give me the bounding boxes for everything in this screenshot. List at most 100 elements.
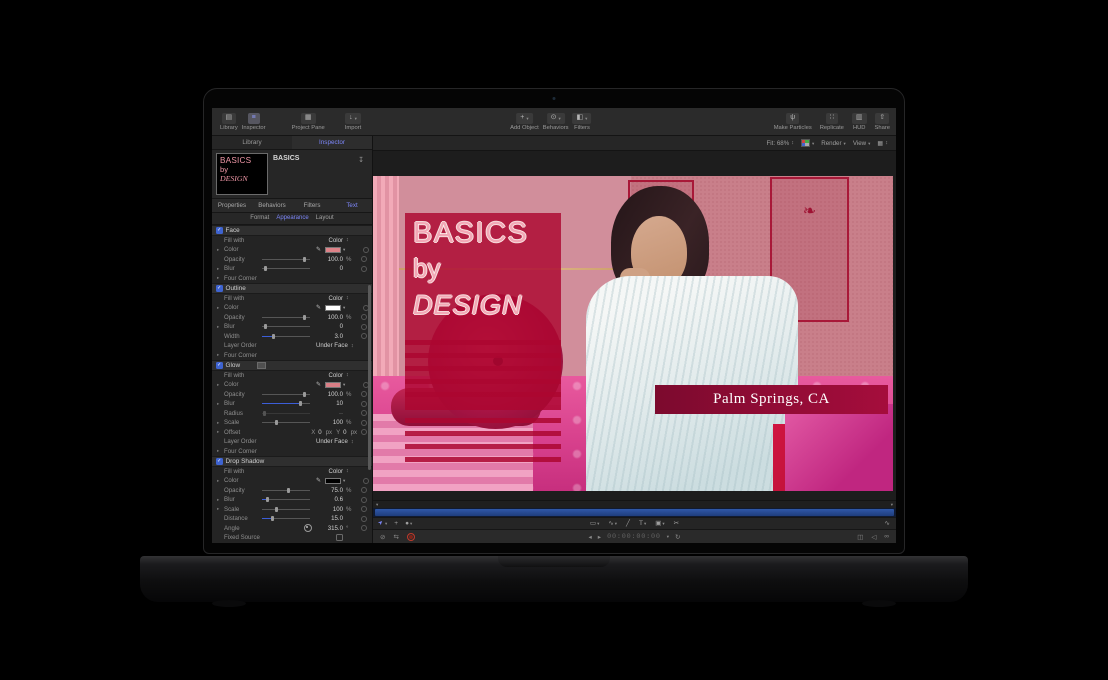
popup-value[interactable]: Under Face — [316, 342, 348, 349]
layer-thumbnail[interactable]: BASICS by DESIGN — [216, 153, 268, 195]
previous-frame-button[interactable]: ◂ — [589, 533, 592, 541]
toolbar-button-replicate[interactable]: ∷Replicate — [820, 113, 844, 131]
slider-value[interactable]: 100.0 — [316, 256, 343, 263]
subtab-format[interactable]: Format — [250, 213, 269, 224]
disclosure-icon[interactable]: ▸ — [217, 305, 222, 311]
slider-handle[interactable] — [264, 266, 267, 271]
slider-track[interactable] — [262, 422, 310, 423]
section-header-glow[interactable]: ✓Glow — [212, 360, 372, 371]
keyframe-button[interactable] — [359, 333, 368, 339]
slider-track[interactable] — [262, 394, 310, 395]
slider-track[interactable] — [262, 336, 310, 337]
popup-value[interactable]: Color — [316, 295, 343, 302]
slider-handle[interactable] — [303, 257, 306, 262]
disclosure-icon[interactable]: ▸ — [217, 448, 222, 454]
slider-value[interactable]: 0 — [316, 323, 343, 330]
slider-handle[interactable] — [264, 324, 267, 329]
color-swatch[interactable] — [325, 247, 341, 253]
keyframe-button[interactable] — [359, 410, 368, 416]
tab-behaviors[interactable]: Behaviors — [252, 199, 292, 212]
speaker-icon[interactable]: ◁ — [871, 533, 876, 541]
slider-value[interactable]: 75.0 — [316, 487, 343, 494]
keyframe-button[interactable] — [359, 506, 368, 512]
slider-handle[interactable] — [263, 411, 266, 416]
disclosure-icon[interactable]: ▸ — [217, 352, 222, 358]
keyframe-button[interactable] — [359, 516, 368, 522]
slider-track[interactable] — [262, 403, 310, 404]
slider-track[interactable] — [262, 326, 310, 327]
audio-mute-icon[interactable]: ⊘ — [380, 533, 385, 541]
tab-text[interactable]: Text — [332, 199, 372, 212]
section-header-face[interactable]: ✓Face — [212, 225, 372, 236]
popup-stepper-icon[interactable]: ↕ — [345, 372, 357, 378]
toolbar-button-hud[interactable]: ▥HUD — [852, 113, 867, 131]
toolbar-button-library[interactable]: ▤Library — [220, 113, 238, 131]
toolbar-button-filters[interactable]: ◧▾Filters — [573, 113, 592, 131]
timeline-track[interactable]: BASICS — [373, 508, 896, 517]
anchor-point-tool-icon[interactable]: + — [394, 520, 398, 527]
slider-track[interactable] — [262, 490, 310, 491]
disclosure-icon[interactable]: ▸ — [217, 429, 222, 435]
location-banner[interactable]: Palm Springs, CA — [655, 385, 888, 414]
slider-handle[interactable] — [271, 516, 274, 521]
tab-library[interactable]: Library — [212, 136, 292, 149]
text-tool-icon[interactable]: T▾ — [639, 520, 646, 527]
disclosure-icon[interactable]: ▸ — [217, 420, 222, 426]
line-tool-icon[interactable]: ╱ — [626, 520, 630, 527]
checkbox-outline[interactable]: ✓ — [216, 285, 223, 292]
pin-icon[interactable]: ↧ — [358, 156, 364, 164]
tab-filters[interactable]: Filters — [292, 199, 332, 212]
slider-track[interactable] — [262, 268, 310, 269]
select-transform-tool-icon[interactable]: ➤▾ — [379, 520, 387, 527]
image-mask-tool-icon[interactable]: ▣▾ — [655, 520, 664, 527]
slider-value[interactable]: -- — [316, 410, 343, 417]
image-well-icon[interactable] — [257, 362, 266, 370]
slider-handle[interactable] — [299, 401, 302, 406]
eyedropper-icon[interactable]: ✎ — [316, 304, 321, 311]
channels-menu[interactable]: ▾ — [801, 139, 814, 147]
keyframe-button[interactable] — [359, 401, 368, 407]
keyframe-button[interactable] — [361, 247, 370, 253]
color-swatch[interactable] — [325, 382, 341, 388]
render-menu[interactable]: Render ▾ — [821, 140, 846, 147]
toolbar-button-behaviors[interactable]: ⊙▾Behaviors — [543, 113, 569, 131]
eyedropper-icon[interactable]: ✎ — [316, 381, 321, 388]
slider-handle[interactable] — [272, 334, 275, 339]
keyframe-button[interactable] — [359, 525, 368, 531]
disclosure-icon[interactable]: ▸ — [217, 497, 222, 503]
rectangle-tool-icon[interactable]: ▭▾ — [590, 520, 599, 527]
linked-panes-icon[interactable]: ∞ — [884, 533, 889, 540]
popup-value[interactable]: Color — [316, 468, 343, 475]
slider-handle[interactable] — [275, 420, 278, 425]
checkbox-face[interactable]: ✓ — [216, 227, 223, 234]
slider-track[interactable] — [262, 509, 310, 510]
tab-inspector[interactable]: Inspector — [292, 136, 372, 149]
popup-value[interactable]: Color — [316, 237, 343, 244]
slider-value[interactable]: 0 — [316, 265, 343, 272]
disclosure-icon[interactable]: ▸ — [217, 478, 222, 484]
disclosure-icon[interactable]: ▸ — [217, 266, 222, 272]
section-header-drop-shadow[interactable]: ✓Drop Shadow — [212, 456, 372, 467]
keyframe-button[interactable] — [359, 324, 368, 330]
slider-handle[interactable] — [266, 497, 269, 502]
popup-value[interactable]: Color — [316, 372, 343, 379]
title-text-layer[interactable]: BASICS by DESIGN — [413, 216, 528, 324]
toolbar-button-import[interactable]: ↓▾Import — [345, 113, 361, 131]
checkbox-drop-shadow[interactable]: ✓ — [216, 458, 223, 465]
slider-track[interactable] — [262, 413, 310, 414]
popup-value[interactable]: Under Face — [316, 438, 348, 445]
tab-properties[interactable]: Properties — [212, 199, 252, 212]
toolbar-button-add-object[interactable]: +▾Add Object — [510, 113, 539, 131]
offset-value[interactable]: 0 — [343, 429, 346, 436]
play-button[interactable]: ▸ — [598, 533, 601, 541]
keyframe-button[interactable] — [359, 391, 368, 397]
playback-loop-icon[interactable]: ↻ — [675, 533, 680, 541]
subtab-layout[interactable]: Layout — [316, 213, 334, 224]
slider-value[interactable]: 0.6 — [316, 496, 343, 503]
subtab-appearance[interactable]: Appearance — [276, 213, 308, 224]
disclosure-icon[interactable]: ▸ — [217, 324, 222, 330]
keyframe-button[interactable] — [359, 487, 368, 493]
slider-track[interactable] — [262, 259, 310, 260]
crop-tool-icon[interactable]: ✂ — [674, 520, 679, 527]
timecode-display[interactable]: 00:00:00:00 — [607, 533, 661, 541]
